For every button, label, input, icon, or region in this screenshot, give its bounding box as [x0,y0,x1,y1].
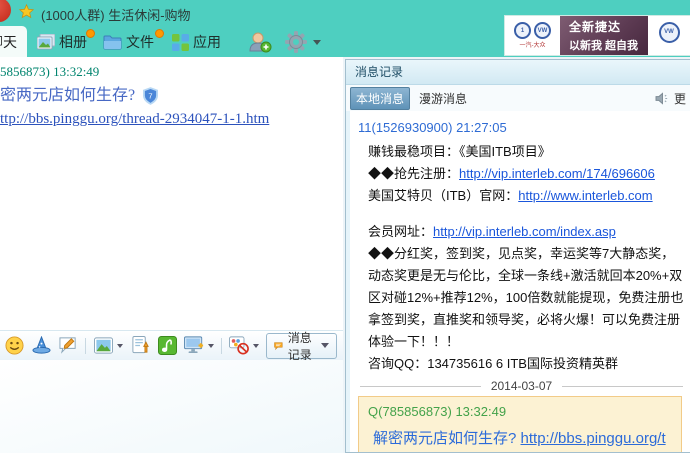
ad-brand-text: 一汽-大众 [519,43,546,49]
screen-share-dropdown-caret[interactable] [208,343,214,348]
history-message-sender: 11(1526930900) 21:27:05 [358,120,507,135]
tab-apps[interactable]: 应用 [172,29,221,55]
image-dropdown-caret[interactable] [117,343,123,348]
highlighted-message-text: 解密两元店如何生存? [373,430,521,447]
files-icon [103,35,122,49]
history-content: 11(1526930900) 21:27:05 赚钱最稳项目：《美国ITB项目》… [346,111,690,452]
chat-panel: 5856873) 13:32:49 密两元店如何生存? 7 ttp://bbs.… [0,57,343,453]
history-dropdown-caret[interactable] [321,343,329,348]
highlighted-message-sender: Q(785856873) 13:32:49 [368,404,507,419]
screen-share-icon[interactable] [184,336,204,356]
tab-chat[interactable]: 聊天 [0,26,27,57]
history-panel-title: 消息记录 [346,60,690,85]
message-text: ◆◆抢先注册： [368,166,460,181]
message-link[interactable]: http://vip.interleb.com/index.asp [433,224,616,239]
qq-group-chat-window: (1000人群) 生活休闲-购物 聊天 相册 文件 [0,0,690,453]
svg-text:7: 7 [149,91,153,100]
tab-album[interactable]: 相册 [37,29,95,55]
toolbar-separator [221,337,222,354]
block-dropdown-caret[interactable] [253,343,259,348]
music-icon[interactable] [157,336,177,356]
history-message-body: 赚钱最稳项目：《美国ITB项目》 ◆◆抢先注册：http://vip.interl… [368,141,685,375]
date-divider: 2014-03-07 [360,379,684,393]
ad-banner[interactable]: 1 VW 一汽-大众 全新捷达 以新我 超自我 VW [505,16,690,55]
ad-slogan-line2: 以新我 超自我 [569,40,639,52]
magic-expression-icon[interactable] [31,336,51,356]
chat-message-line: 密两元店如何生存? 7 [0,84,343,108]
speaker-icon[interactable] [655,91,670,105]
history-panel: 消息记录 本地消息 漫游消息 更 11(1526930900) 21:27:05… [345,59,690,453]
faw-logo-icon: 1 [514,22,531,39]
chat-input-area[interactable] [0,360,343,453]
settings-button[interactable] [285,29,321,55]
favorite-star-icon[interactable] [19,4,34,19]
tab-local-messages[interactable]: 本地消息 [350,86,411,110]
ad-right-box: VW [648,16,690,55]
album-icon [37,34,55,50]
album-notification-dot [86,29,95,38]
files-notification-dot [155,29,164,38]
message-text: 美国艾特贝（ITB）官网： [368,188,519,203]
send-file-icon[interactable] [130,336,150,356]
security-shield-icon[interactable]: 7 [143,87,159,105]
chat-message-area: 5856873) 13:32:49 密两元店如何生存? 7 ttp://bbs.… [0,57,343,330]
message-text: 会员网址： [368,224,434,239]
add-member-button[interactable] [248,29,272,55]
history-tabs: 本地消息 漫游消息 更 [346,85,690,112]
vw-logo-icon: VW [534,22,551,39]
apps-icon [172,33,189,51]
tab-album-label: 相册 [59,34,87,50]
ad-slogan-box: 全新捷达 以新我 超自我 [560,16,648,55]
highlighted-message: Q(785856873) 13:32:49 解密两元店如何生存? http://… [358,396,682,452]
main-region: 5856873) 13:32:49 密两元店如何生存? 7 ttp://bbs.… [0,57,690,453]
add-member-icon [249,32,272,53]
message-text: 咨询QQ：134735616 6 ITB国际投资精英群 [368,356,618,371]
chat-message-link[interactable]: ttp://bbs.pinggu.org/thread-2934047-1-1.… [0,108,343,130]
tab-files[interactable]: 文件 [103,29,164,55]
message-text: 赚钱最稳项目：《美国ITB项目》 [368,144,551,159]
vw-logo-icon: VW [658,21,680,43]
history-bubble-icon [274,341,283,350]
date-divider-label: 2014-03-07 [490,379,553,393]
chat-toolbar: 消息记录 [0,330,343,362]
ad-right-text [668,44,670,50]
block-message-icon[interactable] [229,336,249,356]
doodle-icon[interactable] [58,336,78,356]
chat-message-text: 密两元店如何生存? [0,87,136,104]
history-button-label: 消息记录 [287,330,312,362]
settings-gear-icon [285,31,307,53]
settings-dropdown-caret[interactable] [313,39,321,45]
message-text: ◆◆分红奖，签到奖，见点奖，幸运奖等7大静态奖，动态奖更是无与伦比，全球一条线+… [368,246,684,349]
more-button[interactable]: 更 [674,90,686,107]
emoticon-icon[interactable] [4,336,24,356]
tab-apps-label: 应用 [193,34,221,50]
toolbar-separator [85,337,86,354]
ad-slogan-line1: 全新捷达 [569,20,622,34]
ad-brand-box: 1 VW 一汽-大众 [505,16,560,55]
image-icon[interactable] [93,336,113,356]
history-toggle-button[interactable]: 消息记录 [266,331,337,362]
message-link[interactable]: http://www.interleb.com [518,188,652,203]
tab-files-label: 文件 [126,34,154,50]
highlighted-message-body: 解密两元店如何生存? http://bbs.pinggu.org/thread-… [373,427,673,452]
chat-sender-line: 5856873) 13:32:49 [0,64,100,79]
tab-roaming-messages[interactable]: 漫游消息 [410,88,476,109]
group-avatar[interactable] [0,0,11,22]
message-link[interactable]: http://vip.interleb.com/174/696606 [459,166,655,181]
window-title: (1000人群) 生活休闲-购物 [41,8,191,23]
